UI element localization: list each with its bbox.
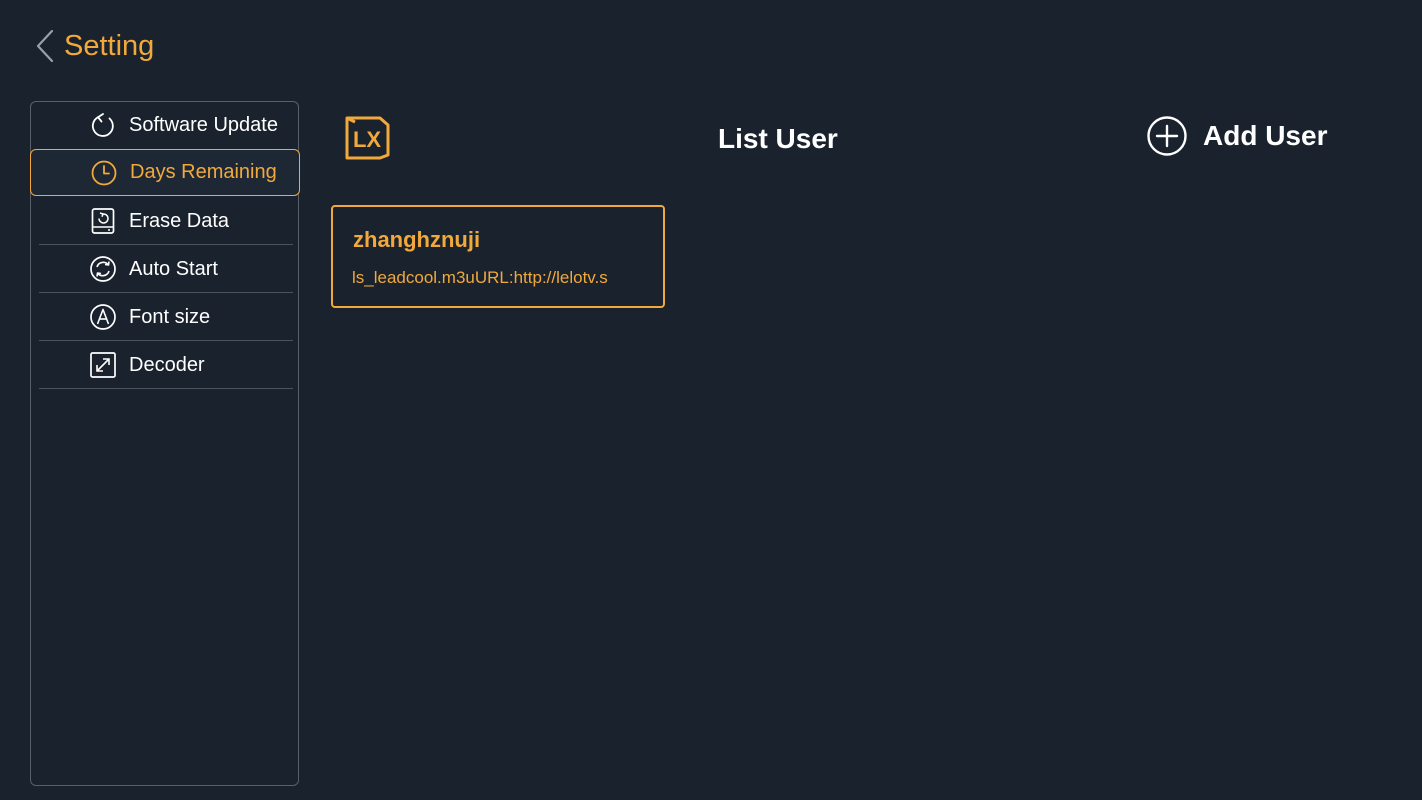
clock-icon xyxy=(90,159,118,187)
sidebar-item-label: Decoder xyxy=(129,353,205,376)
sidebar-item-days-remaining[interactable]: Days Remaining xyxy=(30,149,300,196)
erase-data-icon xyxy=(89,207,117,235)
font-size-icon xyxy=(89,303,117,331)
sidebar-item-label: Font size xyxy=(129,305,211,328)
back-button[interactable]: Setting xyxy=(34,28,154,64)
sidebar-item-label: Software Update xyxy=(129,114,278,136)
settings-sidebar: Software Update Days Remaining Erase Dat… xyxy=(30,101,300,786)
plus-circle-icon xyxy=(1147,116,1187,156)
user-name: zhanghznuji xyxy=(353,227,481,252)
decoder-icon xyxy=(89,351,117,379)
app-logo: LX xyxy=(342,116,390,160)
sidebar-item-label: Auto Start xyxy=(129,257,218,280)
list-user-title: List User xyxy=(718,123,838,154)
add-user-label: Add User xyxy=(1203,120,1328,151)
chevron-left-icon xyxy=(36,29,54,63)
refresh-icon xyxy=(89,112,117,140)
svg-text:LX: LX xyxy=(353,127,381,152)
sidebar-item-label: Erase Data xyxy=(129,209,230,232)
sidebar-item-auto-start[interactable]: Auto Start xyxy=(39,246,293,293)
user-card[interactable]: zhanghznuji ls_leadcool.m3uURL:http://le… xyxy=(331,205,665,308)
page-title: Setting xyxy=(64,30,155,62)
sidebar-item-decoder[interactable]: Decoder xyxy=(39,342,293,389)
auto-start-icon xyxy=(89,255,117,283)
sidebar-item-label: Days Remaining xyxy=(130,161,277,183)
user-url: ls_leadcool.m3uURL:http://lelotv.s xyxy=(352,268,608,287)
sidebar-item-font-size[interactable]: Font size xyxy=(39,294,293,341)
sidebar-item-software-update[interactable]: Software Update xyxy=(39,102,293,149)
add-user-button[interactable]: Add User xyxy=(1146,115,1327,157)
sidebar-item-erase-data[interactable]: Erase Data xyxy=(39,198,293,245)
settings-page: Setting Software Update Days Remaining E… xyxy=(0,0,1422,800)
